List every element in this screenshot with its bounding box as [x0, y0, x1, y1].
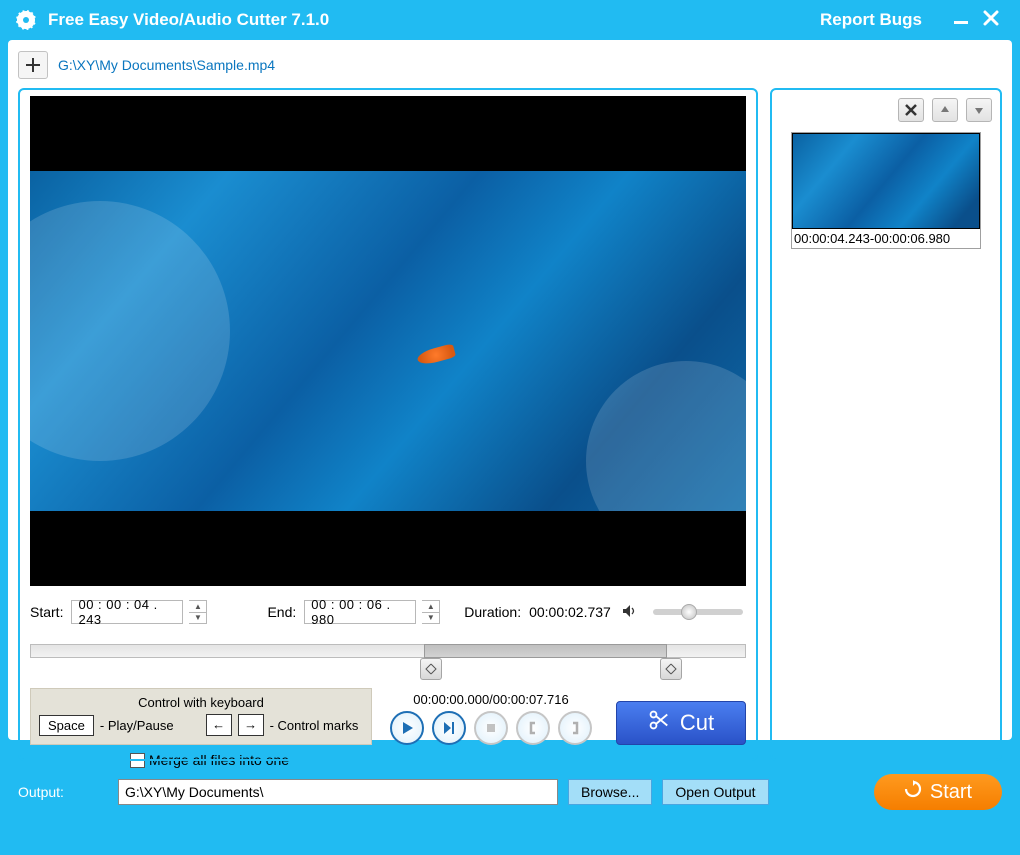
- clip-item[interactable]: 00:00:04.243-00:00:06.980: [791, 132, 981, 249]
- minimize-button[interactable]: [946, 9, 976, 32]
- stop-button[interactable]: [474, 711, 508, 745]
- end-time-spinner[interactable]: ▲▼: [422, 600, 440, 624]
- time-row: Start: 00 : 00 : 04 . 243 ▲▼ End: 00 : 0…: [30, 600, 746, 624]
- duration-label: Duration:: [464, 604, 521, 620]
- clip-thumbnail: [792, 133, 980, 229]
- file-path: G:\XY\My Documents\Sample.mp4: [58, 57, 275, 73]
- mark-out-button[interactable]: [558, 711, 592, 745]
- browse-button[interactable]: Browse...: [568, 779, 652, 805]
- clips-panel: 00:00:04.243-00:00:06.980: [770, 88, 1002, 761]
- titlebar: Free Easy Video/Audio Cutter 7.1.0 Repor…: [0, 0, 1020, 40]
- right-arrow-key: →: [238, 714, 264, 736]
- app-title: Free Easy Video/Audio Cutter 7.1.0: [48, 10, 329, 30]
- left-arrow-key: ←: [206, 714, 232, 736]
- output-label: Output:: [18, 784, 108, 800]
- close-button[interactable]: [976, 9, 1006, 32]
- refresh-icon: [904, 780, 922, 804]
- mark-in-button[interactable]: [516, 711, 550, 745]
- playback-controls: 00:00:00.000/00:00:07.716: [390, 692, 592, 745]
- next-frame-button[interactable]: [432, 711, 466, 745]
- move-clip-up-button[interactable]: [932, 98, 958, 122]
- app-logo-icon: [14, 8, 38, 32]
- play-button[interactable]: [390, 711, 424, 745]
- cut-button-label: Cut: [680, 710, 714, 736]
- report-bugs-link[interactable]: Report Bugs: [820, 10, 922, 30]
- end-time-input[interactable]: 00 : 00 : 06 . 980: [304, 600, 416, 624]
- start-label: Start:: [30, 604, 63, 620]
- keyboard-title: Control with keyboard: [39, 695, 363, 710]
- marks-key-text: - Control marks: [270, 718, 359, 733]
- work-area: G:\XY\My Documents\Sample.mp4 Start: 00 …: [8, 40, 1012, 740]
- range-handle-start[interactable]: [420, 658, 442, 680]
- start-time-spinner[interactable]: ▲▼: [189, 600, 207, 624]
- video-preview[interactable]: [30, 96, 746, 586]
- volume-slider[interactable]: [653, 609, 743, 615]
- output-path-input[interactable]: G:\XY\My Documents\: [118, 779, 558, 805]
- clip-time-range: 00:00:04.243-00:00:06.980: [792, 229, 980, 248]
- add-file-button[interactable]: [18, 51, 48, 79]
- duration-value: 00:00:02.737: [529, 604, 611, 620]
- start-button[interactable]: Start: [874, 774, 1002, 810]
- end-label: End:: [267, 604, 296, 620]
- scissors-icon: [648, 709, 670, 737]
- start-time-input[interactable]: 00 : 00 : 04 . 243: [71, 600, 183, 624]
- space-key-text: - Play/Pause: [100, 718, 174, 733]
- playback-timecode: 00:00:00.000/00:00:07.716: [413, 692, 568, 707]
- keyboard-controls-panel: Control with keyboard Space - Play/Pause…: [30, 688, 372, 745]
- open-output-button[interactable]: Open Output: [662, 779, 768, 805]
- remove-clip-button[interactable]: [898, 98, 924, 122]
- volume-icon[interactable]: [621, 603, 637, 622]
- start-button-label: Start: [930, 781, 972, 804]
- range-handle-end[interactable]: [660, 658, 682, 680]
- move-clip-down-button[interactable]: [966, 98, 992, 122]
- file-path-row: G:\XY\My Documents\Sample.mp4: [18, 50, 1002, 80]
- space-key: Space: [39, 715, 94, 736]
- timeline-range[interactable]: [30, 638, 746, 660]
- preview-panel: Start: 00 : 00 : 04 . 243 ▲▼ End: 00 : 0…: [18, 88, 758, 761]
- cut-button[interactable]: Cut: [616, 701, 746, 745]
